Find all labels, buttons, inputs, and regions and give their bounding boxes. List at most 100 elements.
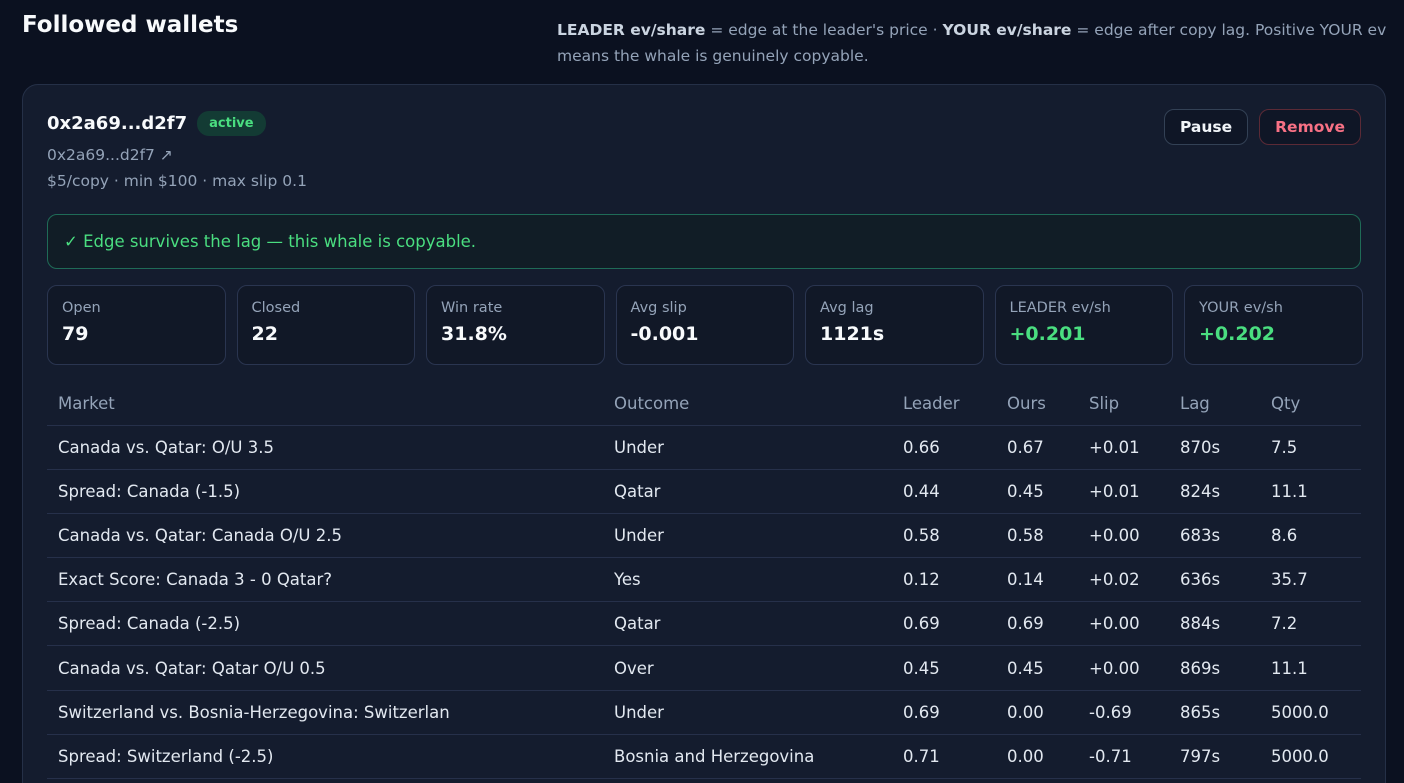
column-header-outcome[interactable]: Outcome	[603, 382, 892, 426]
cell-slip: +0.01	[1078, 425, 1169, 470]
stat-win-rate: Win rate 31.8%	[426, 285, 605, 365]
cell-market: Spread: Canada (-2.5)	[47, 601, 603, 647]
table-row: Canada vs. Qatar: O/U 3.5 Under 0.66 0.6…	[47, 425, 1361, 470]
cell-ours: 0.45	[996, 469, 1078, 514]
remove-button[interactable]: Remove	[1259, 109, 1361, 145]
stat-label: LEADER ev/sh	[1009, 300, 1111, 316]
table-row: Canada vs. Qatar: Qatar O/U 0.5 Over 0.4…	[47, 645, 1361, 691]
cell-outcome: Under	[603, 513, 892, 559]
column-header-slip[interactable]: Slip	[1078, 382, 1169, 426]
your-ev-term: YOUR ev/share	[942, 21, 1072, 39]
cell-qty: 5000.0	[1260, 690, 1361, 735]
cell-qty: 5000.0	[1260, 734, 1361, 780]
cell-market: Canada vs. Qatar: Qatar O/U 0.5	[47, 645, 603, 691]
page-title: Followed wallets	[22, 12, 239, 38]
edge-status-banner: ✓ Edge survives the lag — this whale is …	[47, 214, 1361, 269]
stat-label: Avg lag	[820, 300, 874, 316]
cell-lag: 824s	[1169, 469, 1260, 514]
cell-slip: -0.69	[1078, 690, 1169, 735]
ev-legend-note: LEADER ev/share = edge at the leader's p…	[557, 17, 1387, 69]
column-header-market[interactable]: Market	[47, 382, 603, 426]
stats-row: Open 79 Closed 22 Win rate 31.8% Avg sli…	[47, 285, 1363, 365]
stat-avg-slip: Avg slip -0.001	[615, 285, 794, 365]
cell-market: Spread: Canada (-1.5)	[47, 469, 603, 514]
column-header-qty[interactable]: Qty	[1260, 382, 1361, 426]
cell-ours: 0.45	[996, 645, 1078, 691]
cell-slip: -0.71	[1078, 734, 1169, 780]
stat-label: Open	[62, 300, 101, 316]
leader-ev-term: LEADER ev/share	[557, 21, 706, 39]
cell-lag: 797s	[1169, 734, 1260, 780]
table-row: Switzerland vs. Bosnia-Herzegovina: Swit…	[47, 690, 1361, 735]
stat-value: +0.201	[1009, 323, 1086, 345]
table-row: Spread: Canada (-1.5) Qatar 0.44 0.45 +0…	[47, 469, 1361, 514]
cell-market: Switzerland vs. Bosnia-Herzegovina: Swit…	[47, 690, 603, 735]
wallet-header: 0x2a69...d2f7 active 0x2a69...d2f7 ↗ $5/…	[47, 111, 307, 190]
table-row: Spread: Switzerland (-2.5) Bosnia and He…	[47, 734, 1361, 780]
table-header-row: Market Outcome Leader Ours Slip Lag Qty	[47, 382, 1361, 426]
stat-value: -0.001	[630, 323, 699, 345]
cell-outcome: Bosnia and Herzegovina	[603, 734, 892, 780]
page: Followed wallets LEADER ev/share = edge …	[0, 0, 1404, 783]
stat-value: 1121s	[820, 323, 885, 345]
wallet-name: 0x2a69...d2f7	[47, 113, 188, 134]
cell-outcome: Qatar	[603, 601, 892, 647]
stat-value: 22	[251, 323, 278, 345]
cell-lag: 884s	[1169, 601, 1260, 647]
cell-leader: 0.66	[892, 425, 996, 470]
cell-qty: 35.7	[1260, 557, 1361, 603]
cell-slip: +0.00	[1078, 601, 1169, 647]
stat-closed: Closed 22	[236, 285, 415, 365]
cell-qty: 7.2	[1260, 601, 1361, 647]
cell-outcome: Over	[603, 645, 892, 691]
cell-outcome: Under	[603, 425, 892, 470]
cell-slip: +0.00	[1078, 513, 1169, 559]
stat-value: +0.202	[1199, 323, 1276, 345]
cell-ours: 0.00	[996, 690, 1078, 735]
cell-outcome: Yes	[603, 557, 892, 603]
stat-label: YOUR ev/sh	[1199, 300, 1283, 316]
trades-table: Market Outcome Leader Ours Slip Lag Qty …	[47, 382, 1361, 780]
cell-lag: 636s	[1169, 557, 1260, 603]
wallet-address-link[interactable]: 0x2a69...d2f7 ↗	[47, 146, 307, 164]
cell-qty: 11.1	[1260, 469, 1361, 514]
cell-leader: 0.71	[892, 734, 996, 780]
stat-label: Closed	[251, 300, 301, 316]
cell-lag: 683s	[1169, 513, 1260, 559]
status-badge: active	[197, 111, 266, 136]
cell-slip: +0.01	[1078, 469, 1169, 514]
cell-qty: 11.1	[1260, 645, 1361, 691]
cell-leader: 0.12	[892, 557, 996, 603]
table-row: Exact Score: Canada 3 - 0 Qatar? Yes 0.1…	[47, 557, 1361, 603]
stat-label: Win rate	[441, 300, 503, 316]
stat-label: Avg slip	[630, 300, 687, 316]
cell-outcome: Qatar	[603, 469, 892, 514]
column-header-lag[interactable]: Lag	[1169, 382, 1260, 426]
cell-outcome: Under	[603, 690, 892, 735]
cell-leader: 0.69	[892, 601, 996, 647]
wallet-actions: Pause Remove	[1163, 109, 1361, 145]
table-row: Spread: Canada (-2.5) Qatar 0.69 0.69 +0…	[47, 601, 1361, 647]
column-header-leader[interactable]: Leader	[892, 382, 996, 426]
stat-avg-lag: Avg lag 1121s	[805, 285, 984, 365]
wallet-config: $5/copy · min $100 · max slip 0.1	[47, 172, 307, 190]
cell-leader: 0.58	[892, 513, 996, 559]
cell-leader: 0.69	[892, 690, 996, 735]
stat-your-ev: YOUR ev/sh +0.202	[1184, 285, 1363, 365]
cell-qty: 7.5	[1260, 425, 1361, 470]
cell-ours: 0.00	[996, 734, 1078, 780]
cell-leader: 0.45	[892, 645, 996, 691]
pause-button[interactable]: Pause	[1163, 109, 1249, 145]
cell-slip: +0.02	[1078, 557, 1169, 603]
cell-lag: 869s	[1169, 645, 1260, 691]
cell-qty: 8.6	[1260, 513, 1361, 559]
leader-ev-description: = edge at the leader's price ·	[705, 21, 943, 39]
stat-value: 31.8%	[441, 323, 507, 345]
cell-ours: 0.14	[996, 557, 1078, 603]
cell-market: Canada vs. Qatar: Canada O/U 2.5	[47, 513, 603, 559]
cell-leader: 0.44	[892, 469, 996, 514]
column-header-ours[interactable]: Ours	[996, 382, 1078, 426]
table-row: Canada vs. Qatar: Canada O/U 2.5 Under 0…	[47, 513, 1361, 559]
cell-market: Canada vs. Qatar: O/U 3.5	[47, 425, 603, 470]
cell-market: Spread: Switzerland (-2.5)	[47, 734, 603, 780]
